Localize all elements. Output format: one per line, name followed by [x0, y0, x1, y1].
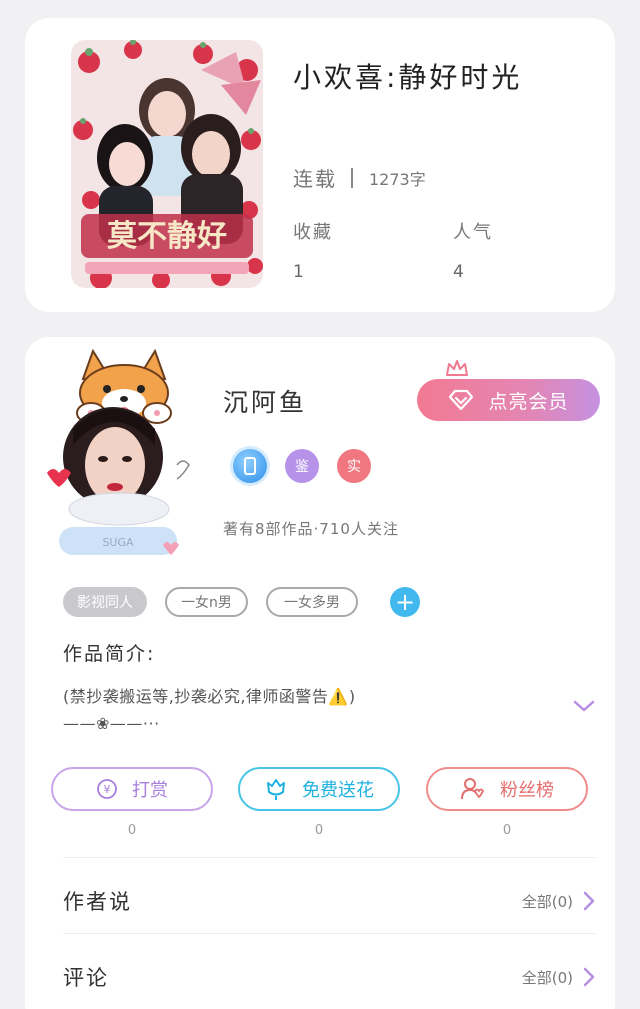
intro-text-line: (禁抄袭搬运等,抄袭必究,律师函警告⚠️) [63, 687, 356, 706]
comments-count: 全部(0) [521, 968, 573, 987]
intro-text-line: ——❀——··· [63, 714, 160, 733]
word-count: 1273字 [369, 169, 426, 189]
book-title: 小欢喜:静好时光 [293, 61, 523, 94]
author-tags: 影视同人 一女n男 一女多男 + [63, 587, 420, 617]
divider [63, 857, 595, 858]
status-separator [351, 167, 353, 188]
user-heart-icon [460, 777, 486, 801]
appraisal-badge[interactable]: 鉴 [285, 449, 319, 483]
tag-item[interactable]: 影视同人 [63, 587, 147, 617]
avatar-caption: SUGA [102, 536, 134, 549]
fans-ranking-button[interactable]: 粉丝榜 [426, 767, 588, 811]
add-tag-button[interactable]: + [390, 587, 420, 617]
popularity-stat: 人气 4 [453, 218, 493, 282]
intro-title: 作品简介: [63, 643, 156, 665]
favorites-stat: 收藏 1 [293, 218, 333, 282]
diamond-icon [448, 389, 474, 411]
reward-count: 0 [127, 823, 137, 838]
serialization-status: 连载 [293, 167, 337, 191]
yen-coin-icon: ¥ [96, 778, 118, 800]
author-info-card: SUGA 沉阿鱼 点亮会员 鉴 实 著有8部作品·710人关注 影视同人 一女n… [25, 337, 615, 1009]
comments-row[interactable]: 评论 全部(0) [63, 957, 595, 997]
book-info-card: 莫不静好 小欢喜:静好时光 连载 1273字 收藏 1 人气 4 [25, 18, 615, 312]
vip-button-label: 点亮会员 [488, 390, 569, 413]
reward-button[interactable]: ¥ 打赏 [51, 767, 213, 811]
flower-label: 免费送花 [302, 780, 374, 801]
flower-count: 0 [314, 823, 324, 838]
fans-count: 0 [502, 823, 512, 838]
author-says-all[interactable]: 全部(0) [522, 891, 595, 912]
send-flower-button[interactable]: 免费送花 [238, 767, 400, 811]
fans-label: 粉丝榜 [500, 780, 554, 801]
comments-title: 评论 [63, 966, 109, 990]
phone-verified-icon[interactable] [233, 449, 267, 483]
popularity-label: 人气 [453, 222, 493, 243]
chevron-right-icon [583, 967, 595, 987]
favorites-value: 1 [293, 262, 304, 282]
author-says-row[interactable]: 作者说 全部(0) [63, 881, 595, 921]
book-cover-image[interactable]: 莫不静好 [71, 40, 263, 288]
reward-label: 打赏 [132, 780, 168, 801]
author-avatar[interactable]: SUGA [43, 348, 205, 561]
chevron-down-icon[interactable] [573, 699, 595, 713]
activate-vip-button[interactable]: 点亮会员 [417, 379, 600, 421]
crown-icon [446, 360, 468, 376]
cover-title-text: 莫不静好 [107, 219, 227, 254]
author-says-title: 作者说 [63, 890, 132, 914]
tag-item[interactable]: 一女多男 [266, 587, 358, 617]
popularity-value: 4 [453, 262, 464, 282]
comments-all[interactable]: 全部(0) [522, 967, 595, 988]
book-status-row: 连载 1273字 [293, 163, 426, 192]
intro-text: (禁抄袭搬运等,抄袭必究,律师函警告⚠️) ——❀——··· [63, 683, 563, 737]
tag-item[interactable]: 一女n男 [165, 587, 248, 617]
author-meta: 著有8部作品·710人关注 [223, 520, 399, 538]
author-says-count: 全部(0) [521, 892, 573, 911]
divider [63, 933, 595, 934]
real-name-badge[interactable]: 实 [337, 449, 371, 483]
author-name[interactable]: 沉阿鱼 [223, 383, 307, 419]
favorites-label: 收藏 [293, 222, 333, 243]
author-badges: 鉴 实 [233, 449, 371, 483]
svg-text:¥: ¥ [104, 783, 111, 796]
flower-icon [264, 777, 288, 801]
chevron-right-icon [583, 891, 595, 911]
